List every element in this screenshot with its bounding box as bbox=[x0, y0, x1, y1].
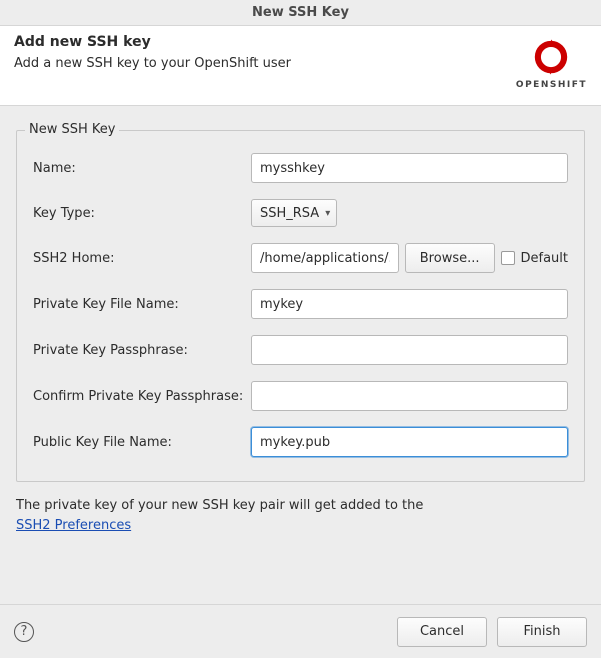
name-label: Name: bbox=[33, 161, 251, 176]
cancel-button[interactable]: Cancel bbox=[397, 617, 487, 647]
confirmpass-label: Confirm Private Key Passphrase: bbox=[33, 389, 251, 404]
dialog-header: Add new SSH key Add a new SSH key to you… bbox=[0, 26, 601, 106]
header-title: Add new SSH key bbox=[14, 34, 587, 50]
finish-button[interactable]: Finish bbox=[497, 617, 587, 647]
privpass-label: Private Key Passphrase: bbox=[33, 343, 251, 358]
ssh2home-input[interactable] bbox=[251, 243, 399, 273]
privpass-input[interactable] bbox=[251, 335, 568, 365]
privkeyfile-label: Private Key File Name: bbox=[33, 297, 251, 312]
openshift-logo: OPENSHIFT bbox=[516, 36, 587, 90]
name-input[interactable] bbox=[251, 153, 568, 183]
keytype-label: Key Type: bbox=[33, 206, 251, 221]
openshift-icon bbox=[527, 36, 575, 78]
group-legend: New SSH Key bbox=[25, 122, 119, 137]
privkeyfile-input[interactable] bbox=[251, 289, 568, 319]
chevron-down-icon: ▾ bbox=[325, 208, 330, 219]
pubkeyfile-input[interactable] bbox=[251, 427, 568, 457]
footer-note: The private key of your new SSH key pair… bbox=[16, 496, 585, 535]
browse-button[interactable]: Browse... bbox=[405, 243, 495, 273]
help-icon[interactable]: ? bbox=[14, 622, 34, 642]
dialog-footer: ? Cancel Finish bbox=[0, 604, 601, 658]
new-ssh-key-group: New SSH Key Name: Key Type: SSH_RSA ▾ SS… bbox=[16, 130, 585, 482]
keytype-value: SSH_RSA bbox=[260, 206, 319, 221]
openshift-logo-text: OPENSHIFT bbox=[516, 80, 587, 90]
note-text: The private key of your new SSH key pair… bbox=[16, 498, 423, 513]
confirmpass-input[interactable] bbox=[251, 381, 568, 411]
keytype-select[interactable]: SSH_RSA ▾ bbox=[251, 199, 337, 227]
default-checkbox[interactable] bbox=[501, 251, 515, 265]
default-label: Default bbox=[521, 251, 569, 266]
pubkeyfile-label: Public Key File Name: bbox=[33, 435, 251, 450]
window-title: New SSH Key bbox=[0, 0, 601, 26]
header-subtitle: Add a new SSH key to your OpenShift user bbox=[14, 56, 587, 71]
ssh2home-label: SSH2 Home: bbox=[33, 251, 251, 266]
ssh2-preferences-link[interactable]: SSH2 Preferences bbox=[16, 518, 131, 533]
